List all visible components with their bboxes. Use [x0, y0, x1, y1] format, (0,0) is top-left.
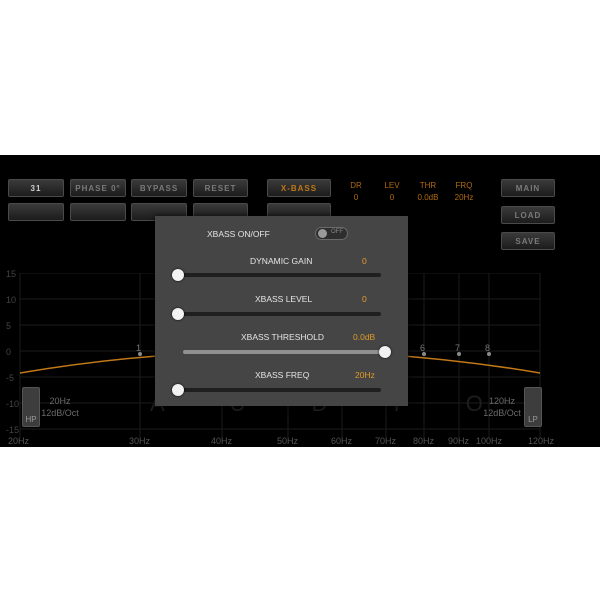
lp-handle-label: LP	[528, 415, 538, 424]
empty-button-2[interactable]	[70, 203, 126, 221]
toggle-knob	[318, 229, 327, 238]
y-tick-neg15: -15	[6, 425, 20, 435]
hp-slope: 12dB/Oct	[41, 408, 79, 418]
x-tick-90hz: 90Hz	[448, 436, 470, 446]
stat-frq-label: FRQ	[455, 181, 473, 190]
reset-button[interactable]: RESET	[193, 179, 248, 197]
xbass-threshold-slider[interactable]	[183, 350, 385, 354]
y-tick-0: 0	[6, 347, 12, 357]
bypass-label: BYPASS	[139, 183, 179, 193]
xbass-toggle-label: XBASS ON/OFF	[207, 229, 270, 239]
xbass-freq-slider[interactable]	[178, 388, 381, 392]
dynamic-gain-label: DYNAMIC GAIN	[250, 256, 313, 266]
save-button[interactable]: SAVE	[501, 232, 555, 250]
load-button[interactable]: LOAD	[501, 206, 555, 224]
stat-dr-label: DR	[350, 181, 362, 190]
xbass-button[interactable]: X-BASS	[267, 179, 331, 197]
main-button[interactable]: MAIN	[501, 179, 555, 197]
channel-value: 31	[30, 183, 42, 193]
y-tick-neg10: -10	[6, 399, 20, 409]
hp-info: 20Hz 12dB/Oct	[40, 395, 80, 419]
save-label: SAVE	[515, 236, 541, 246]
toggle-state: OFF	[331, 229, 343, 235]
stat-frq: FRQ 20Hz	[444, 181, 484, 202]
xbass-label: X-BASS	[280, 183, 318, 193]
stat-lev-value: 0	[389, 193, 395, 202]
x-tick-80hz: 80Hz	[413, 436, 435, 446]
hp-freq: 20Hz	[49, 396, 71, 406]
dynamic-gain-value: 0	[362, 256, 367, 266]
x-tick-20hz: 20Hz	[8, 436, 30, 446]
xbass-level-label: XBASS LEVEL	[255, 294, 313, 304]
channel-button[interactable]: 31	[8, 179, 64, 197]
eq-point-label-6: 6	[420, 343, 426, 353]
empty-button-1[interactable]	[8, 203, 64, 221]
load-label: LOAD	[514, 210, 542, 220]
x-tick-30hz: 30Hz	[129, 436, 151, 446]
x-tick-60hz: 60Hz	[331, 436, 353, 446]
y-tick-15: 15	[6, 269, 17, 279]
xbass-level-value: 0	[362, 294, 367, 304]
xbass-threshold-label: XBASS THRESHOLD	[241, 332, 324, 342]
eq-point-label-1: 1	[136, 343, 142, 353]
stat-dr-value: 0	[353, 193, 359, 202]
xbass-level-slider[interactable]	[178, 312, 381, 316]
xbass-freq-thumb[interactable]	[172, 384, 184, 396]
reset-label: RESET	[204, 183, 237, 193]
lp-info: 120Hz 12dB/Oct	[480, 395, 524, 419]
stat-frq-value: 20Hz	[454, 193, 474, 202]
hp-handle[interactable]: HP	[22, 387, 40, 427]
stat-lev-label: LEV	[384, 181, 400, 190]
lp-handle[interactable]: LP	[524, 387, 542, 427]
stat-thr-label: THR	[419, 181, 437, 190]
xbass-freq-label: XBASS FREQ	[255, 370, 310, 380]
eq-point-label-8: 8	[485, 343, 491, 353]
y-tick-5: 5	[6, 321, 12, 331]
x-tick-70hz: 70Hz	[375, 436, 397, 446]
stat-thr-value: 0.0dB	[417, 193, 439, 202]
x-tick-120hz: 120Hz	[528, 436, 555, 446]
xbass-freq-value: 20Hz	[355, 370, 375, 380]
main-label: MAIN	[515, 183, 541, 193]
eq-point-label-7: 7	[455, 343, 461, 353]
xbass-threshold-value: 0.0dB	[353, 332, 376, 342]
y-tick-10: 10	[6, 295, 17, 305]
stat-dr: DR 0	[336, 181, 376, 202]
x-tick-100hz: 100Hz	[476, 436, 503, 446]
xbass-toggle[interactable]: OFF	[315, 227, 348, 240]
bypass-button[interactable]: BYPASS	[131, 179, 187, 197]
xbass-dialog: XBASS ON/OFF OFF DYNAMIC GAIN 0 XBASS LE…	[155, 216, 408, 406]
xbass-level-thumb[interactable]	[172, 308, 184, 320]
lp-freq: 120Hz	[488, 396, 515, 406]
phase-label: PHASE 0°	[75, 183, 121, 193]
y-tick-neg5: -5	[6, 373, 15, 383]
dynamic-gain-slider[interactable]	[178, 273, 381, 277]
dynamic-gain-thumb[interactable]	[172, 269, 184, 281]
hp-handle-label: HP	[25, 415, 37, 424]
lp-slope: 12dB/Oct	[483, 408, 521, 418]
phase-button[interactable]: PHASE 0°	[70, 179, 126, 197]
stat-thr: THR 0.0dB	[408, 181, 448, 202]
xbass-threshold-thumb[interactable]	[379, 346, 391, 358]
stat-lev: LEV 0	[372, 181, 412, 202]
x-tick-40hz: 40Hz	[211, 436, 233, 446]
x-tick-50hz: 50Hz	[277, 436, 299, 446]
